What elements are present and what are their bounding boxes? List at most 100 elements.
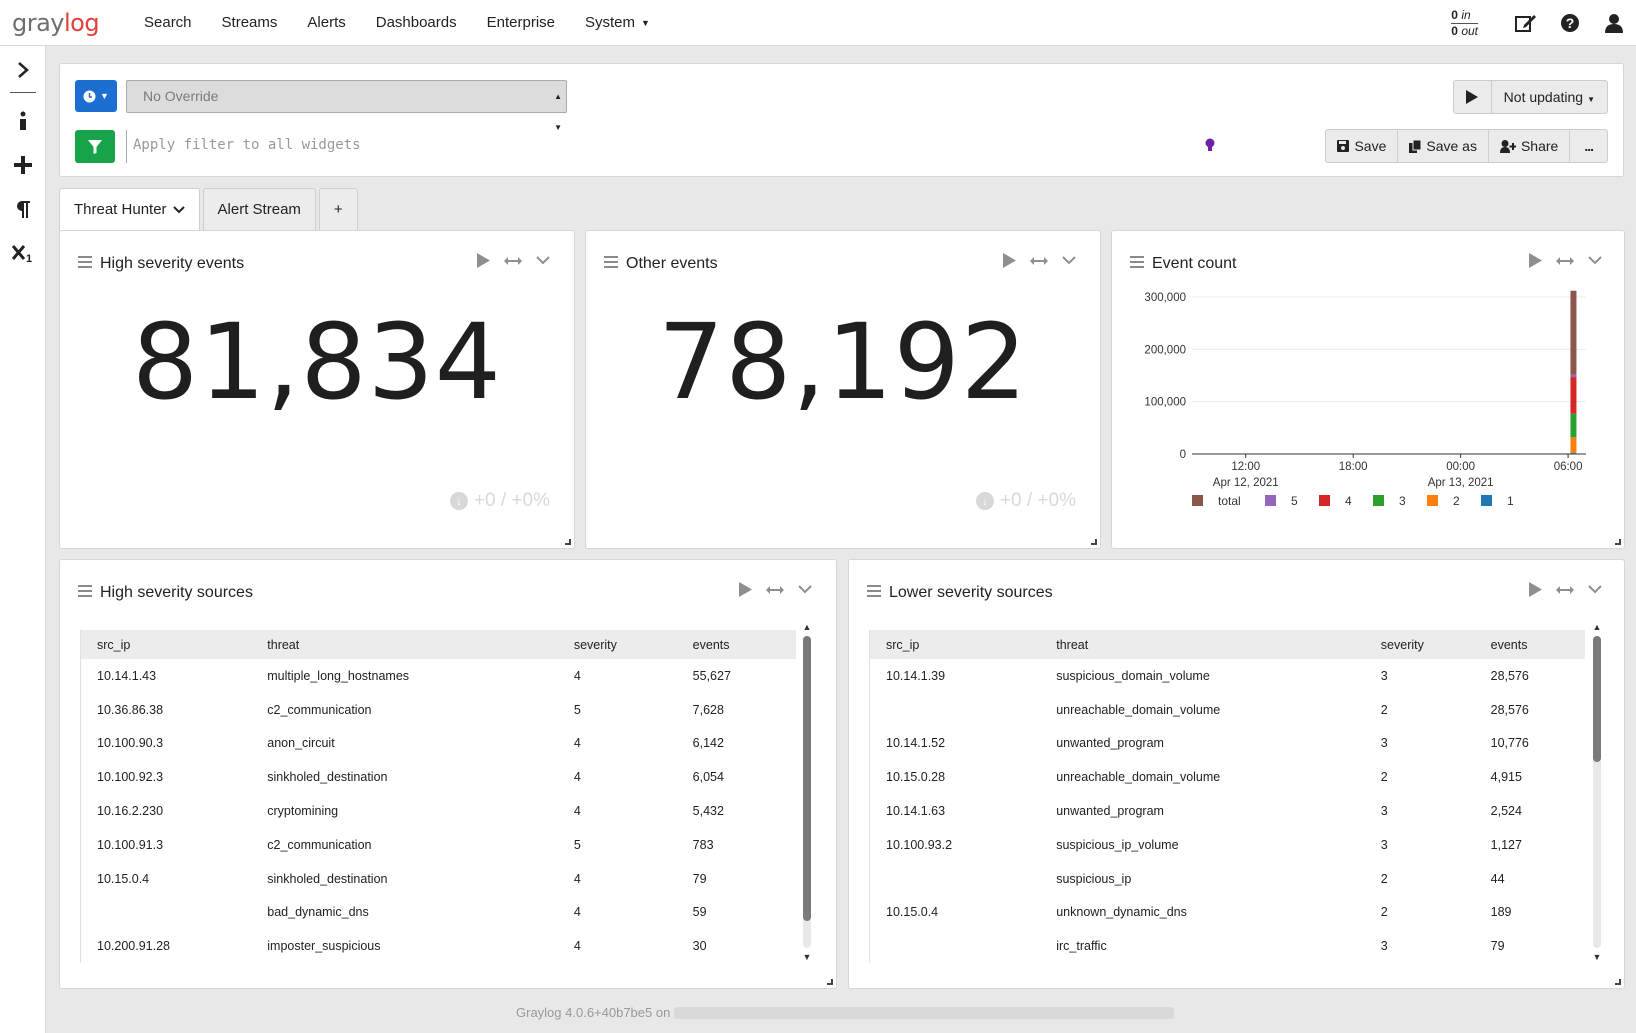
cell-events[interactable]: 7,628	[677, 693, 796, 727]
cell-severity[interactable]: 2	[1365, 760, 1475, 794]
cell-severity[interactable]: 2	[1365, 896, 1475, 930]
stream-override-select[interactable]: No Override ▲ ▼	[126, 80, 567, 132]
share-button[interactable]: Share	[1489, 130, 1571, 162]
cell-events[interactable]: 10,776	[1475, 727, 1585, 761]
event-count-chart[interactable]: 0 100,000 200,000 300,000 12:00 Apr 12, 2021 1…	[1112, 287, 1624, 547]
cell-threat[interactable]: imposter_suspicious	[251, 929, 558, 963]
cell-severity[interactable]: 3	[1365, 828, 1475, 862]
user-icon[interactable]	[1592, 0, 1636, 46]
cell-threat[interactable]: c2_communication	[251, 828, 558, 862]
cell-severity[interactable]: 3	[1365, 794, 1475, 828]
cell-src-ip[interactable]: 10.14.1.63	[869, 794, 1041, 828]
nav-enterprise[interactable]: Enterprise	[487, 14, 555, 31]
column-header-severity[interactable]: severity	[1364, 630, 1475, 659]
cell-severity[interactable]: 3	[1365, 929, 1475, 963]
cell-events[interactable]: 6,054	[677, 760, 796, 794]
expand-horizontal-icon[interactable]	[760, 585, 790, 595]
subscript-icon[interactable]: 1	[0, 231, 46, 275]
table-scrollbar[interactable]: ▲ ▼	[800, 622, 814, 962]
time-range-button[interactable]: ▼	[75, 80, 117, 112]
cell-threat[interactable]: suspicious_domain_volume	[1040, 659, 1365, 693]
cell-severity[interactable]: 4	[558, 794, 677, 828]
nav-streams[interactable]: Streams	[222, 14, 278, 31]
play-icon[interactable]	[994, 253, 1024, 268]
cell-threat[interactable]: unwanted_program	[1040, 794, 1365, 828]
tab-threat-hunter[interactable]: Threat Hunter	[59, 188, 200, 231]
scroll-down-icon[interactable]: ▼	[1590, 952, 1604, 962]
throughput-indicator[interactable]: 0 in 0 out	[1451, 8, 1478, 38]
play-icon[interactable]	[1520, 582, 1550, 597]
cell-threat[interactable]: suspicious_ip_volume	[1040, 828, 1365, 862]
save-button[interactable]: Save	[1326, 130, 1399, 162]
play-icon[interactable]	[468, 253, 498, 268]
column-header-threat[interactable]: threat	[251, 630, 558, 659]
play-icon[interactable]	[730, 582, 760, 597]
cell-src-ip[interactable]	[869, 692, 1041, 727]
chevron-down-icon[interactable]	[790, 585, 820, 594]
scroll-up-icon[interactable]: ▲	[800, 622, 814, 632]
more-actions-button[interactable]: ...	[1570, 130, 1607, 162]
cell-events[interactable]: 6,142	[677, 727, 796, 761]
cell-severity[interactable]: 4	[558, 862, 677, 896]
refresh-interval-dropdown[interactable]: Not updating ▼	[1492, 81, 1607, 113]
column-header-threat[interactable]: threat	[1040, 630, 1365, 659]
scrollbar-thumb[interactable]	[803, 636, 811, 921]
cell-threat[interactable]: suspicious_ip	[1040, 862, 1365, 896]
expand-horizontal-icon[interactable]	[1550, 256, 1580, 266]
cell-threat[interactable]: sinkholed_destination	[251, 862, 558, 896]
cell-severity[interactable]: 2	[1365, 693, 1475, 727]
cell-severity[interactable]: 3	[1365, 727, 1475, 761]
plus-icon[interactable]	[0, 143, 46, 187]
drag-handle-icon[interactable]	[78, 584, 92, 602]
cell-severity[interactable]: 5	[558, 828, 677, 862]
cell-events[interactable]: 30	[677, 929, 796, 963]
help-icon[interactable]: ?	[1548, 0, 1592, 46]
column-header-src-ip[interactable]: src_ip	[80, 630, 252, 659]
expand-horizontal-icon[interactable]	[1550, 585, 1580, 595]
filter-input[interactable]: Apply filter to all widgets	[126, 130, 1166, 163]
expand-horizontal-icon[interactable]	[498, 256, 528, 266]
resize-handle[interactable]	[565, 539, 571, 545]
cell-events[interactable]: 28,576	[1475, 659, 1585, 693]
cell-threat[interactable]: irc_traffic	[1040, 929, 1365, 963]
column-header-events[interactable]: events	[676, 630, 796, 659]
cell-events[interactable]: 4,915	[1475, 760, 1585, 794]
cell-threat[interactable]: unwanted_program	[1040, 727, 1365, 761]
resize-handle[interactable]	[1615, 539, 1621, 545]
cell-severity[interactable]: 4	[558, 727, 677, 761]
resize-handle[interactable]	[1615, 979, 1621, 985]
nav-search[interactable]: Search	[144, 14, 192, 31]
chevron-down-icon[interactable]	[1580, 256, 1610, 265]
cell-events[interactable]: 55,627	[677, 659, 796, 693]
cell-src-ip[interactable]: 10.100.93.2	[869, 827, 1041, 862]
scratchpad-edit-icon[interactable]	[1504, 0, 1548, 46]
nav-system-dropdown[interactable]: System ▼	[585, 14, 650, 31]
cell-src-ip[interactable]: 10.14.1.52	[869, 726, 1041, 761]
cell-src-ip[interactable]: 10.100.90.3	[80, 726, 252, 761]
cell-src-ip[interactable]: 10.100.92.3	[80, 760, 252, 795]
drag-handle-icon[interactable]	[604, 255, 618, 273]
chevron-down-icon[interactable]	[1054, 256, 1084, 265]
cell-severity[interactable]: 4	[558, 659, 677, 693]
graylog-logo[interactable]: gray log	[12, 9, 132, 37]
drag-handle-icon[interactable]	[78, 255, 92, 273]
cell-src-ip[interactable]: 10.200.91.28	[80, 929, 252, 964]
cell-src-ip[interactable]: 10.14.1.39	[869, 659, 1041, 693]
cell-src-ip[interactable]: 10.15.0.4	[869, 895, 1041, 930]
save-as-button[interactable]: Save as	[1398, 130, 1489, 162]
expand-horizontal-icon[interactable]	[1024, 256, 1054, 266]
column-header-src-ip[interactable]: src_ip	[869, 630, 1041, 659]
column-header-severity[interactable]: severity	[557, 630, 677, 659]
cell-threat[interactable]: cryptomining	[251, 794, 558, 828]
cell-severity[interactable]: 4	[558, 929, 677, 963]
cell-events[interactable]: 59	[677, 896, 796, 930]
cell-src-ip[interactable]: 10.14.1.43	[80, 659, 252, 693]
cell-events[interactable]: 2,524	[1475, 794, 1585, 828]
cell-threat[interactable]: multiple_long_hostnames	[251, 659, 558, 693]
chevron-down-icon[interactable]	[528, 256, 558, 265]
cell-severity[interactable]: 4	[558, 896, 677, 930]
cell-severity[interactable]: 3	[1365, 659, 1475, 693]
cell-threat[interactable]: unreachable_domain_volume	[1040, 693, 1365, 727]
cell-threat[interactable]: unreachable_domain_volume	[1040, 760, 1365, 794]
cell-events[interactable]: 5,432	[677, 794, 796, 828]
